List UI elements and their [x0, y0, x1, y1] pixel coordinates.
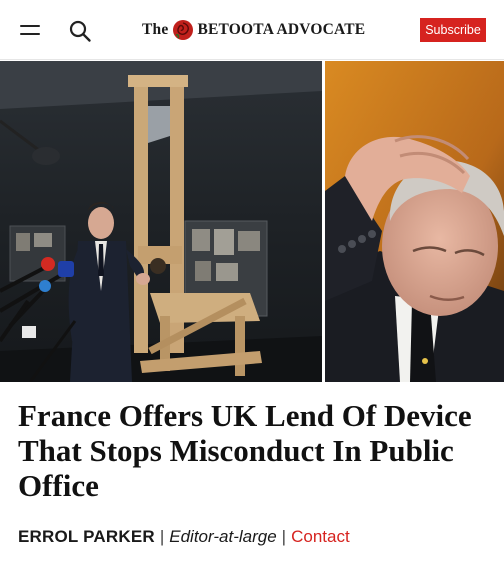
article-headline: France Offers UK Lend Of Device That Sto…	[18, 398, 472, 503]
site-logo[interactable]: The BETOOTA ADVOCATE	[142, 18, 365, 42]
author-role: Editor-at-large	[169, 527, 277, 546]
search-icon[interactable]	[68, 19, 92, 43]
hero-image	[0, 61, 504, 382]
subscribe-button[interactable]: Subscribe	[420, 18, 486, 42]
logo-prefix: The	[142, 21, 169, 38]
right-photo	[325, 61, 504, 382]
rose-emblem-icon	[173, 20, 194, 40]
byline: ERROL PARKER | Editor-at-large | Contact	[18, 526, 350, 548]
logo-name: BETOOTA ADVOCATE	[197, 21, 366, 38]
left-photo	[0, 61, 322, 382]
byline-separator: |	[159, 527, 165, 546]
byline-separator: |	[281, 527, 287, 546]
author-name[interactable]: ERROL PARKER	[18, 527, 155, 547]
site-header: The BETOOTA ADVOCATE Subscribe	[0, 0, 504, 60]
contact-link[interactable]: Contact	[291, 527, 350, 547]
hamburger-menu-icon[interactable]	[20, 20, 42, 40]
